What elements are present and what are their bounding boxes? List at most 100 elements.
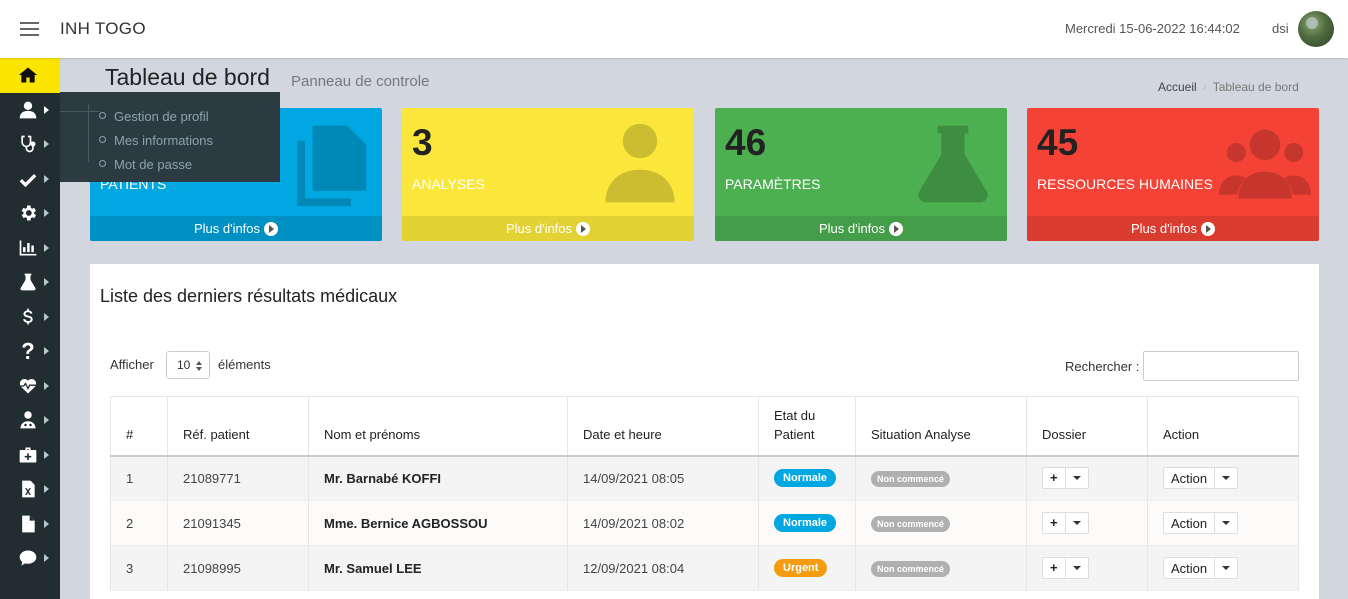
patient-state-cell: Normale xyxy=(758,500,856,546)
chevron-down-icon[interactable] xyxy=(1215,468,1237,488)
chevron-down-icon[interactable] xyxy=(1066,558,1088,578)
sidebar-item-home[interactable] xyxy=(0,58,60,93)
table-row: 2 21091345 Mme. Bernice AGBOSSOU 14/09/2… xyxy=(110,500,1299,546)
stat-value: 3 xyxy=(412,122,433,163)
home-icon xyxy=(17,64,39,86)
plus-icon[interactable]: + xyxy=(1043,468,1066,489)
column-header-action[interactable]: Action xyxy=(1147,396,1299,457)
chevron-down-icon[interactable] xyxy=(1066,468,1088,488)
column-header-situation[interactable]: Situation Analyse xyxy=(855,396,1027,457)
chevron-down-icon[interactable] xyxy=(1066,513,1088,533)
more-info-label: Plus d'infos xyxy=(1130,221,1198,236)
stat-label: RESSOURCES HUMAINES xyxy=(1037,176,1213,192)
files-icon xyxy=(282,118,374,210)
patient-ref: 21091345 xyxy=(167,500,309,546)
sidebar-item-statistics[interactable] xyxy=(0,231,60,266)
user-md-icon xyxy=(594,118,686,210)
avatar[interactable] xyxy=(1298,11,1334,47)
chevron-down-icon[interactable] xyxy=(1215,513,1237,533)
table-header-row: # Réf. patient Nom et prénoms Date et he… xyxy=(110,396,1299,457)
more-info-label: Plus d'infos xyxy=(193,221,261,236)
action-cell: Action xyxy=(1147,500,1299,546)
status-badge: Normale xyxy=(774,469,837,488)
sidebar-item-messages[interactable] xyxy=(0,541,60,576)
action-cell: Action xyxy=(1147,545,1299,591)
submenu-item-profile-management[interactable]: Gestion de profil xyxy=(60,104,280,128)
table-row: 3 21098995 Mr. Samuel LEE 12/09/2021 08:… xyxy=(110,545,1299,591)
chevron-down-icon[interactable] xyxy=(1215,558,1237,578)
more-info-link[interactable]: Plus d'infos xyxy=(715,216,1007,241)
breadcrumb-home-link[interactable]: Accueil xyxy=(1158,80,1197,94)
more-info-link[interactable]: Plus d'infos xyxy=(402,216,694,241)
sidebar-item-settings[interactable] xyxy=(0,196,60,231)
chevron-right-icon xyxy=(44,140,49,149)
column-header-dossier[interactable]: Dossier xyxy=(1026,396,1148,457)
dossier-cell: + xyxy=(1026,455,1148,501)
sidebar-item-profile[interactable] xyxy=(0,93,60,128)
action-button-group: Action xyxy=(1163,557,1239,579)
medkit-icon xyxy=(17,444,39,466)
page-length-label: Afficher xyxy=(110,357,154,372)
sidebar-item-help[interactable] xyxy=(0,334,60,369)
result-datetime: 12/09/2021 08:04 xyxy=(567,545,759,591)
arrow-circle-right-icon xyxy=(264,221,279,236)
patient-name: Mme. Bernice AGBOSSOU xyxy=(308,500,568,546)
chevron-right-icon xyxy=(44,485,49,494)
panel-title: Liste des derniers résultats médicaux xyxy=(100,286,398,306)
sidebar-item-documents[interactable] xyxy=(0,507,60,542)
sort-icon xyxy=(196,361,203,371)
check-icon xyxy=(17,168,39,190)
circle-icon xyxy=(99,160,106,167)
heartbeat-icon xyxy=(17,375,39,397)
dossier-button-group: + xyxy=(1042,467,1089,490)
sidebar-item-medkit[interactable] xyxy=(0,438,60,473)
submenu-item-my-info[interactable]: Mes informations xyxy=(60,128,280,152)
app-brand[interactable]: INH TOGO xyxy=(60,19,146,39)
sidebar-item-doctors[interactable] xyxy=(0,403,60,438)
page-length-select[interactable]: 10 xyxy=(166,351,210,379)
sidebar-item-validation[interactable] xyxy=(0,162,60,197)
arrow-circle-right-icon xyxy=(576,221,591,236)
search-input[interactable] xyxy=(1143,351,1299,381)
row-number: 1 xyxy=(110,455,168,501)
more-info-link[interactable]: Plus d'infos xyxy=(1027,216,1319,241)
user-name[interactable]: dsi xyxy=(1272,21,1289,36)
gear-icon xyxy=(17,202,39,224)
status-badge: Non commencé xyxy=(871,560,951,577)
stat-label: ANALYSES xyxy=(412,176,485,192)
stat-box-analyses: 3 ANALYSES Plus d'infos xyxy=(402,108,694,241)
column-header-state[interactable]: Etat du Patient xyxy=(758,396,856,457)
profile-submenu: Gestion de profil Mes informations Mot d… xyxy=(60,92,280,182)
column-header-ref[interactable]: Réf. patient xyxy=(167,396,309,457)
user-md-icon xyxy=(17,409,39,431)
dossier-cell: + xyxy=(1026,500,1148,546)
hamburger-menu-icon[interactable] xyxy=(20,22,39,36)
stat-box-parameters: 46 PARAMÈTRES Plus d'infos xyxy=(715,108,1007,241)
plus-icon[interactable]: + xyxy=(1043,513,1066,533)
submenu-item-password[interactable]: Mot de passe xyxy=(60,152,280,176)
sidebar-item-export[interactable] xyxy=(0,472,60,507)
page-subtitle: Panneau de controle xyxy=(291,73,430,90)
action-button[interactable]: Action xyxy=(1164,468,1216,489)
page-title: Tableau de bord xyxy=(105,64,270,90)
column-header-name[interactable]: Nom et prénoms xyxy=(308,396,568,457)
sidebar-item-billing[interactable] xyxy=(0,300,60,335)
sidebar-item-vitals[interactable] xyxy=(0,369,60,404)
action-button[interactable]: Action xyxy=(1164,513,1216,533)
sidebar-item-laboratory[interactable] xyxy=(0,265,60,300)
circle-icon xyxy=(99,136,106,143)
plus-icon[interactable]: + xyxy=(1043,558,1066,578)
column-header-number[interactable]: # xyxy=(110,396,168,457)
sidebar-item-consultations[interactable] xyxy=(0,127,60,162)
breadcrumb-separator: › xyxy=(1202,80,1207,94)
more-info-link[interactable]: Plus d'infos xyxy=(90,216,382,241)
chevron-right-icon xyxy=(44,243,49,252)
breadcrumb: Accueil › Tableau de bord xyxy=(1158,80,1299,94)
patient-ref: 21089771 xyxy=(167,455,309,501)
action-button[interactable]: Action xyxy=(1164,558,1216,578)
stat-value: 45 xyxy=(1037,122,1079,163)
column-header-date[interactable]: Date et heure xyxy=(567,396,759,457)
stat-label: PARAMÈTRES xyxy=(725,176,821,192)
search-label: Rechercher : xyxy=(1065,359,1140,374)
analysis-situation-cell: Non commencé xyxy=(855,500,1027,546)
